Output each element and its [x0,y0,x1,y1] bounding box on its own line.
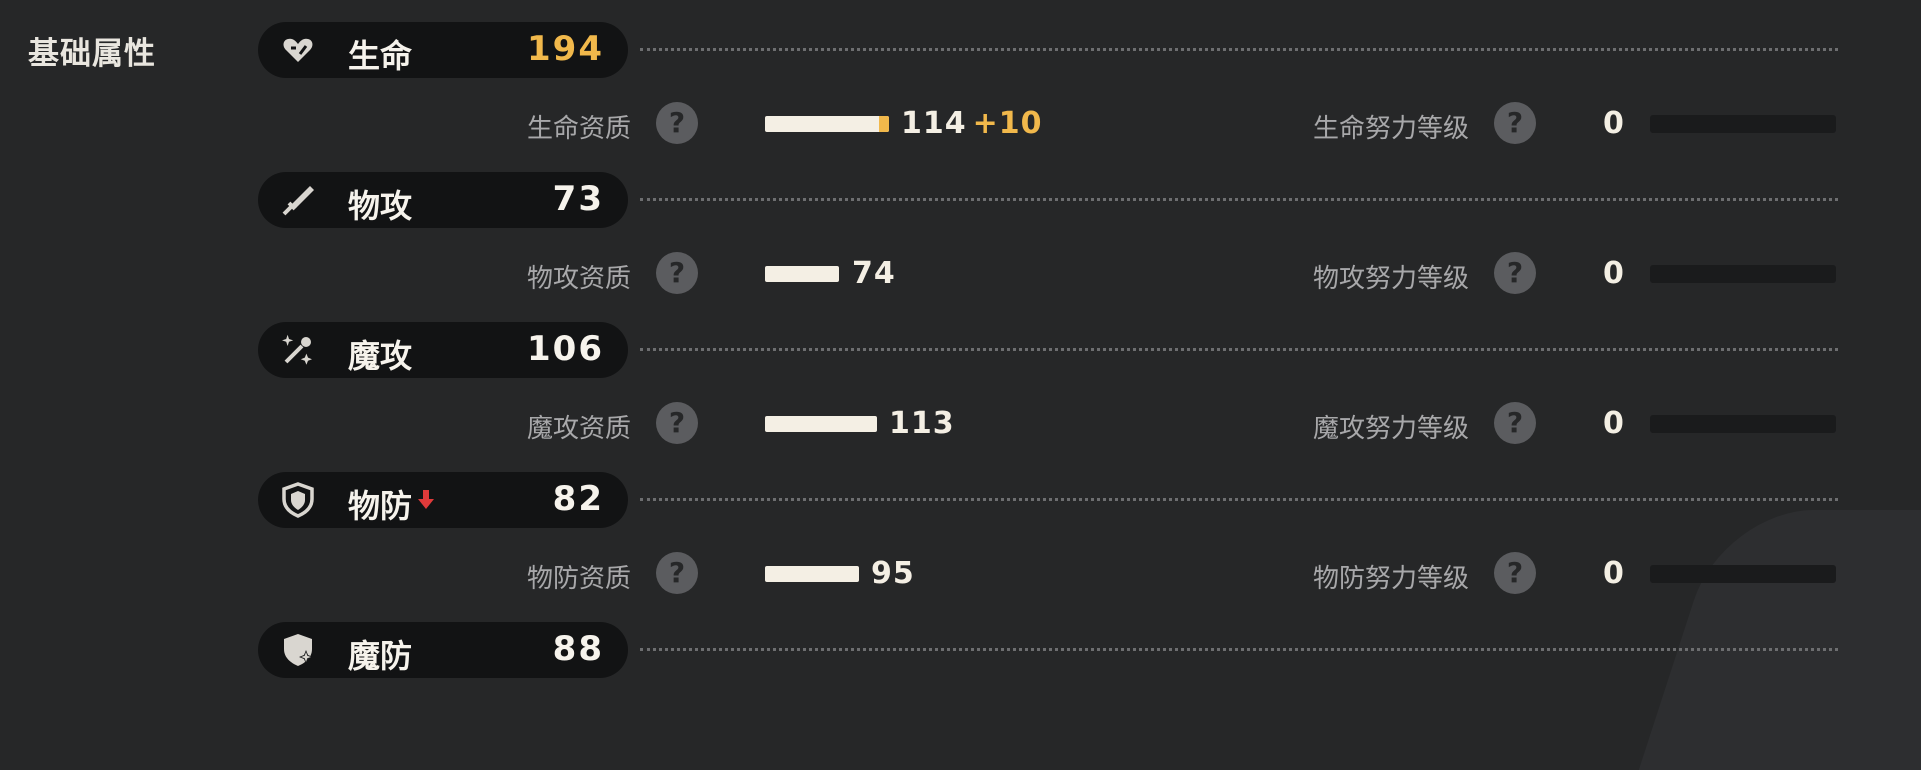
stat-label-group: 物防 [348,481,435,527]
aptitude-value: 114 [901,106,967,141]
effort-label: 生命努力等级 [1312,114,1469,144]
aptitude-label: 生命资质 [526,114,631,144]
effort-label: 物防努力等级 [1312,564,1469,594]
section-title: 基础属性 [28,36,156,72]
effort-bar [1650,565,1836,583]
aptitude-value: 95 [871,556,915,591]
stat-label: 物防 [348,487,413,525]
dotted-divider [640,348,1838,351]
heart-icon [280,32,316,68]
stat-label: 生命 [348,37,413,75]
aptitude-value-group: 114 +10 [901,106,1043,141]
help-icon[interactable]: ? [656,102,698,144]
stat-value: 82 [552,479,604,519]
stat-row-patk: 物攻 73 [258,172,1838,228]
stat-row-pdef: 物防 82 [258,472,1838,528]
effort-bar [1650,415,1836,433]
effort-bar [1650,265,1836,283]
help-icon[interactable]: ? [656,402,698,444]
sword-icon [280,182,316,218]
stat-row-hp: 生命 194 [258,22,1838,78]
effort-value: 0 [1603,256,1624,291]
magic-wand-icon [280,332,316,368]
detail-row-hp: 生命资质 ? 114 +10 生命努力等级 ? 0 [0,96,1921,152]
effort-value: 0 [1603,106,1624,141]
aptitude-value: 113 [889,406,955,441]
stat-label: 魔防 [348,637,413,675]
shield-icon [280,482,316,518]
stat-label: 物攻 [348,187,413,225]
stat-value: 106 [527,329,604,369]
dotted-divider [640,648,1838,651]
stat-row-mdef: 魔防 88 [258,622,1838,678]
aptitude-bar [765,116,889,132]
aptitude-label: 物防资质 [526,564,631,594]
effort-value: 0 [1603,556,1624,591]
effort-label: 魔攻努力等级 [1312,414,1469,444]
help-icon[interactable]: ? [1494,552,1536,594]
effort-label: 物攻努力等级 [1312,264,1469,294]
effort-bar [1650,115,1836,133]
aptitude-value: 74 [852,256,896,291]
help-icon[interactable]: ? [1494,402,1536,444]
stat-pill-mdef: 魔防 88 [258,622,628,678]
stat-pill-matk: 魔攻 106 [258,322,628,378]
stat-pill-patk: 物攻 73 [258,172,628,228]
dotted-divider [640,498,1838,501]
magic-shield-icon [280,632,316,668]
dotted-divider [640,198,1838,201]
detail-row-pdef: 物防资质 ? 95 物防努力等级 ? 0 [0,546,1921,602]
aptitude-bonus: +10 [972,106,1043,141]
aptitude-bar [765,566,859,582]
dotted-divider [640,48,1838,51]
aptitude-bar [765,266,839,282]
help-icon[interactable]: ? [656,552,698,594]
stat-value: 194 [527,29,604,69]
aptitude-label: 物攻资质 [526,264,631,294]
stat-pill-pdef: 物防 82 [258,472,628,528]
stat-value: 73 [552,179,604,219]
detail-row-matk: 魔攻资质 ? 113 魔攻努力等级 ? 0 [0,396,1921,452]
stat-label: 魔攻 [348,337,413,375]
help-icon[interactable]: ? [1494,102,1536,144]
stat-row-matk: 魔攻 106 [258,322,1838,378]
aptitude-label: 魔攻资质 [526,414,631,444]
aptitude-bar [765,416,877,432]
detail-row-patk: 物攻资质 ? 74 物攻努力等级 ? 0 [0,246,1921,302]
help-icon[interactable]: ? [1494,252,1536,294]
aptitude-bonus-segment [879,116,889,132]
help-icon[interactable]: ? [656,252,698,294]
stat-pill-hp: 生命 194 [258,22,628,78]
effort-value: 0 [1603,406,1624,441]
stat-value: 88 [552,629,604,669]
